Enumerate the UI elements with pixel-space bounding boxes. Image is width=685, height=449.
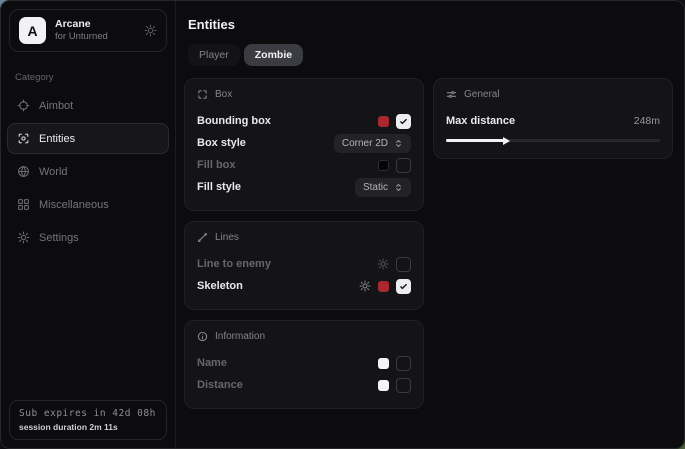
left-column: Box Bounding box Box style xyxy=(184,78,424,409)
setting-label: Line to enemy xyxy=(197,258,271,270)
setting-label: Fill box xyxy=(197,159,236,171)
setting-row-skeleton: Skeleton xyxy=(197,275,411,297)
color-swatch[interactable] xyxy=(378,380,389,391)
color-swatch[interactable] xyxy=(378,116,389,127)
sidebar-item-world[interactable]: World xyxy=(7,156,169,187)
tab-zombie[interactable]: Zombie xyxy=(244,44,303,66)
setting-label: Distance xyxy=(197,379,243,391)
slider-fill xyxy=(446,139,505,142)
box-corners-icon xyxy=(197,89,208,100)
checkbox-unchecked[interactable] xyxy=(396,158,411,173)
sidebar-item-label: Aimbot xyxy=(39,100,73,112)
dropdown-value: Corner 2D xyxy=(342,138,388,149)
setting-row-distance: Distance xyxy=(197,374,411,396)
dropdown-value: Static xyxy=(363,182,388,193)
sidebar-item-miscellaneous[interactable]: Miscellaneous xyxy=(7,189,169,220)
checkbox-checked[interactable] xyxy=(396,279,411,294)
globe-icon xyxy=(17,165,30,178)
sub-expires-text: Sub expires in 42d 08h xyxy=(19,408,157,419)
app-meta: Arcane for Unturned xyxy=(55,18,135,43)
lines-card-title: Lines xyxy=(215,232,239,243)
app-logo: A xyxy=(19,17,46,44)
setting-row-fill-box: Fill box xyxy=(197,154,411,176)
lines-card-header: Lines xyxy=(197,232,411,243)
sidebar-item-entities[interactable]: Entities xyxy=(7,123,169,154)
app-name: Arcane xyxy=(55,18,135,31)
slider-value: 248m xyxy=(634,115,660,127)
right-column: General Max distance 248m xyxy=(433,78,673,409)
sidebar-item-label: Miscellaneous xyxy=(39,199,109,211)
box-style-dropdown[interactable]: Corner 2D xyxy=(334,134,411,153)
header-gear-icon[interactable] xyxy=(144,24,157,37)
line-settings-gear-icon[interactable] xyxy=(377,258,389,270)
color-swatch[interactable] xyxy=(378,160,389,171)
color-swatch[interactable] xyxy=(378,358,389,369)
general-card-title: General xyxy=(464,89,500,100)
setting-label: Name xyxy=(197,357,227,369)
diagonal-line-icon xyxy=(197,232,208,243)
gear-icon xyxy=(17,231,30,244)
sidebar-item-label: Settings xyxy=(39,232,79,244)
sliders-icon xyxy=(446,89,457,100)
entities-scan-icon xyxy=(17,132,30,145)
checkbox-checked[interactable] xyxy=(396,114,411,129)
setting-label: Fill style xyxy=(197,181,241,193)
setting-row-line-to-enemy: Line to enemy xyxy=(197,253,411,275)
sidebar-item-label: Entities xyxy=(39,133,75,145)
setting-label: Bounding box xyxy=(197,115,271,127)
box-card-header: Box xyxy=(197,89,411,100)
setting-label: Skeleton xyxy=(197,280,243,292)
setting-row-box-style: Box style Corner 2D xyxy=(197,132,411,154)
setting-row-bounding-box: Bounding box xyxy=(197,110,411,132)
app-subtitle: for Unturned xyxy=(55,31,135,43)
general-card-header: General xyxy=(446,89,660,100)
info-icon xyxy=(197,331,208,342)
sidebar-item-label: World xyxy=(39,166,68,178)
subscription-info: Sub expires in 42d 08h session duration … xyxy=(9,400,167,440)
box-card-title: Box xyxy=(215,89,232,100)
tab-player[interactable]: Player xyxy=(188,44,240,66)
sidebar: A Arcane for Unturned Category A xyxy=(1,1,176,448)
information-card-title: Information xyxy=(215,331,265,342)
color-swatch[interactable] xyxy=(378,281,389,292)
setting-row-max-distance: Max distance 248m xyxy=(446,110,660,132)
fill-style-dropdown[interactable]: Static xyxy=(355,178,411,197)
page-title: Entities xyxy=(188,17,673,32)
checkbox-unchecked[interactable] xyxy=(396,356,411,371)
sidebar-nav: Aimbot Entities World xyxy=(1,89,175,254)
skeleton-settings-gear-icon[interactable] xyxy=(359,280,371,292)
max-distance-slider[interactable] xyxy=(446,136,660,146)
checkbox-unchecked[interactable] xyxy=(396,378,411,393)
lines-card: Lines Line to enemy xyxy=(184,221,424,310)
app-window: A Arcane for Unturned Category A xyxy=(0,0,685,449)
chevrons-up-down-icon xyxy=(394,139,403,148)
general-card: General Max distance 248m xyxy=(433,78,673,159)
setting-label: Max distance xyxy=(446,115,515,127)
setting-row-fill-style: Fill style Static xyxy=(197,176,411,198)
app-header: A Arcane for Unturned xyxy=(9,9,167,52)
sidebar-item-aimbot[interactable]: Aimbot xyxy=(7,90,169,121)
slider-thumb[interactable] xyxy=(503,137,510,145)
chevrons-up-down-icon xyxy=(394,183,403,192)
main-panel: Entities Player Zombie Box xyxy=(176,1,685,448)
setting-label: Box style xyxy=(197,137,246,149)
category-label: Category xyxy=(15,72,161,83)
grid-icon xyxy=(17,198,30,211)
sidebar-item-settings[interactable]: Settings xyxy=(7,222,169,253)
session-duration-text: session duration 2m 11s xyxy=(19,422,157,432)
box-card: Box Bounding box Box style xyxy=(184,78,424,211)
entity-tabs: Player Zombie xyxy=(188,44,673,66)
information-card: Information Name Distance xyxy=(184,320,424,409)
information-card-header: Information xyxy=(197,331,411,342)
setting-row-name: Name xyxy=(197,352,411,374)
crosshair-icon xyxy=(17,99,30,112)
checkbox-unchecked[interactable] xyxy=(396,257,411,272)
